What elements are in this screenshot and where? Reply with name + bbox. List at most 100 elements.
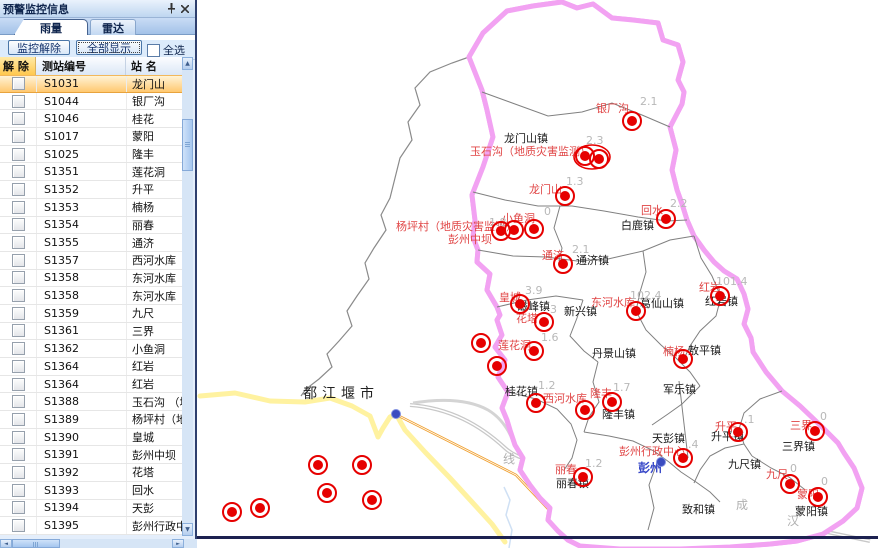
station-warning-marker[interactable] [808, 487, 828, 507]
station-warning-marker[interactable] [524, 341, 544, 361]
station-warning-marker[interactable] [534, 312, 554, 332]
table-row[interactable]: S1358东河水库 [0, 270, 184, 288]
table-row[interactable]: S1358东河水库 [0, 287, 184, 305]
station-warning-marker[interactable] [575, 400, 595, 420]
release-checkbox[interactable] [12, 165, 25, 178]
release-checkbox[interactable] [12, 466, 25, 479]
table-row[interactable]: S1361三界 [0, 323, 184, 341]
release-checkbox[interactable] [12, 431, 25, 444]
table-row[interactable]: S1392花塔 [0, 464, 184, 482]
release-checkbox[interactable] [12, 484, 25, 497]
station-warning-marker[interactable] [362, 490, 382, 510]
release-checkbox[interactable] [12, 324, 25, 337]
tab-radar[interactable]: 雷达 [90, 19, 136, 35]
table-row[interactable]: S1364红岩 [0, 358, 184, 376]
pin-icon[interactable] [164, 2, 178, 15]
table-row[interactable]: S1031龙门山 [0, 75, 184, 93]
station-warning-marker[interactable] [805, 421, 825, 441]
tab-rainfall[interactable]: 雨量 [14, 19, 88, 35]
station-warning-marker[interactable] [626, 301, 646, 321]
table-row[interactable]: S1388玉石沟 （地... [0, 393, 184, 411]
table-row[interactable]: S1046桂花 [0, 110, 184, 128]
show-all-button[interactable]: 全部显示 [76, 40, 142, 55]
vertical-scrollbar[interactable]: ▲ ▼ [182, 57, 193, 536]
station-warning-marker[interactable] [589, 149, 609, 169]
scroll-left-button[interactable]: ◄ [0, 539, 12, 548]
release-checkbox[interactable] [12, 236, 25, 249]
station-warning-marker[interactable] [524, 219, 544, 239]
table-row[interactable]: S1359九尺 [0, 305, 184, 323]
station-warning-marker[interactable] [471, 333, 491, 353]
close-icon[interactable] [178, 2, 192, 15]
table-row[interactable]: S1394天彭 [0, 500, 184, 518]
station-warning-marker[interactable] [780, 474, 800, 494]
release-checkbox[interactable] [12, 95, 25, 108]
table-row[interactable]: S1355通济 [0, 234, 184, 252]
station-warning-marker[interactable] [622, 111, 642, 131]
vertical-scroll-thumb[interactable] [182, 119, 193, 171]
release-checkbox[interactable] [12, 77, 25, 90]
table-row[interactable]: S1353楠杨 [0, 199, 184, 217]
scroll-up-button[interactable]: ▲ [182, 57, 193, 70]
release-checkbox[interactable] [12, 519, 25, 532]
station-warning-marker[interactable] [673, 349, 693, 369]
station-warning-marker[interactable] [553, 254, 573, 274]
header-station-id[interactable]: 测站编号 [36, 57, 126, 75]
release-checkbox[interactable] [12, 183, 25, 196]
release-monitor-button[interactable]: 监控解除 [8, 40, 70, 55]
station-warning-marker[interactable] [728, 422, 748, 442]
horizontal-scroll-thumb[interactable] [12, 539, 60, 548]
release-checkbox[interactable] [12, 413, 25, 426]
station-warning-marker[interactable] [487, 356, 507, 376]
station-warning-marker[interactable] [222, 502, 242, 522]
header-release[interactable]: 解 除 [0, 57, 36, 75]
station-warning-marker[interactable] [308, 455, 328, 475]
station-warning-marker[interactable] [673, 448, 693, 468]
station-warning-marker[interactable] [573, 467, 593, 487]
select-all-checkbox[interactable] [147, 44, 160, 57]
table-row[interactable]: S1390皇城 [0, 429, 184, 447]
station-warning-marker[interactable] [526, 393, 546, 413]
station-warning-marker[interactable] [656, 209, 676, 229]
table-row[interactable]: S1025隆丰 [0, 146, 184, 164]
table-row[interactable]: S1352升平 [0, 181, 184, 199]
release-checkbox[interactable] [12, 201, 25, 214]
release-checkbox[interactable] [12, 378, 25, 391]
table-row[interactable]: S1391彭州中坝 [0, 446, 184, 464]
scroll-down-button[interactable]: ▼ [182, 523, 193, 536]
table-row[interactable]: S1393回水 [0, 482, 184, 500]
table-row[interactable]: S1362小鱼洞 [0, 340, 184, 358]
station-warning-marker[interactable] [250, 498, 270, 518]
scroll-right-button[interactable]: ► [172, 539, 184, 548]
release-checkbox[interactable] [12, 289, 25, 302]
station-warning-marker[interactable] [710, 286, 730, 306]
station-warning-marker[interactable] [602, 392, 622, 412]
release-checkbox[interactable] [12, 360, 25, 373]
table-row[interactable]: S1354丽春 [0, 217, 184, 235]
table-row[interactable]: S1044银厂沟 [0, 93, 184, 111]
release-checkbox[interactable] [12, 130, 25, 143]
release-checkbox[interactable] [12, 448, 25, 461]
release-checkbox[interactable] [12, 307, 25, 320]
station-warning-marker[interactable] [352, 455, 372, 475]
table-row[interactable]: S1351莲花洞 [0, 163, 184, 181]
release-checkbox[interactable] [12, 112, 25, 125]
station-warning-marker[interactable] [555, 186, 575, 206]
release-checkbox[interactable] [12, 342, 25, 355]
table-row[interactable]: S1364红岩 [0, 376, 184, 394]
header-station-name[interactable]: 站 名 [126, 57, 184, 75]
release-checkbox[interactable] [12, 271, 25, 284]
horizontal-scrollbar[interactable]: ◄ ► [0, 539, 197, 548]
release-checkbox[interactable] [12, 148, 25, 161]
station-warning-marker[interactable] [317, 483, 337, 503]
station-warning-marker[interactable] [504, 220, 524, 240]
release-checkbox[interactable] [12, 254, 25, 267]
table-row[interactable]: S1357西河水库 [0, 252, 184, 270]
table-row[interactable]: S1017蒙阳 [0, 128, 184, 146]
release-checkbox[interactable] [12, 395, 25, 408]
station-warning-marker[interactable] [510, 294, 530, 314]
release-checkbox[interactable] [12, 501, 25, 514]
table-row[interactable]: S1395彭州行政中心 [0, 517, 184, 535]
release-checkbox[interactable] [12, 218, 25, 231]
table-row[interactable]: S1389杨坪村（地质... [0, 411, 184, 429]
